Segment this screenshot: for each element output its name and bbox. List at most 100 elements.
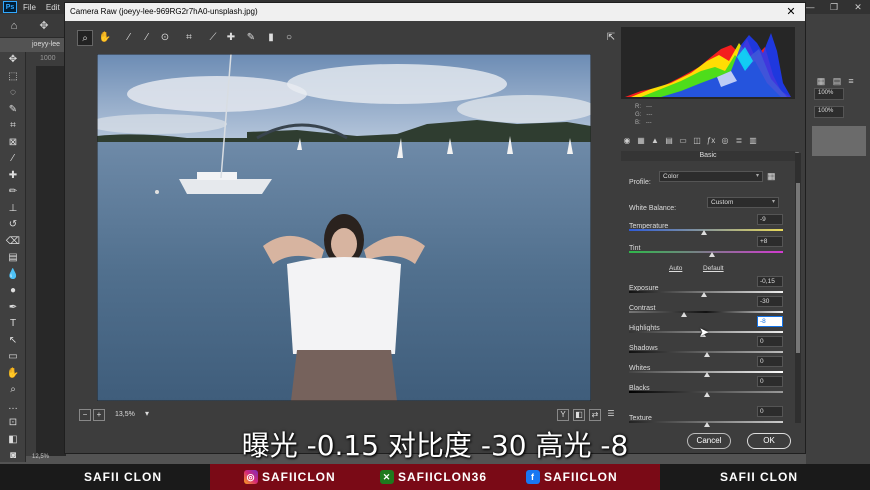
home-icon[interactable]: ⌂ (6, 18, 22, 34)
hsl-tab-icon[interactable]: ▤ (663, 135, 675, 147)
marquee-tool-icon[interactable]: ⬚ (0, 69, 26, 86)
history-brush-icon[interactable]: ↺ (0, 217, 26, 234)
layer-icon[interactable]: ▦ (814, 74, 828, 88)
zoom-out-icon[interactable]: − (79, 409, 91, 421)
white-balance-label: White Balance: (629, 205, 677, 212)
fill-field[interactable]: 100% (814, 106, 844, 118)
quick-mask-icon[interactable]: ◙ (0, 448, 26, 465)
restore-icon[interactable]: ❐ (822, 0, 846, 14)
before-after-split-icon[interactable]: ◧ (573, 409, 585, 421)
crop-tool-icon[interactable]: ⌗ (181, 30, 197, 46)
move-icon[interactable]: ✥ (36, 18, 52, 34)
contrast-value[interactable]: -30 (757, 296, 783, 307)
zoom-dropdown-icon[interactable]: ▾ (141, 409, 153, 421)
graduated-filter-icon[interactable]: ▮ (263, 30, 279, 46)
detail-tab-icon[interactable]: ▲ (649, 135, 661, 147)
dodge-tool-icon[interactable]: ● (0, 283, 26, 300)
close-icon[interactable]: ✕ (846, 0, 870, 14)
straighten-tool-icon[interactable]: ⟋ (205, 30, 221, 46)
auto-link[interactable]: Auto (669, 265, 682, 272)
path-select-icon[interactable]: ↖ (0, 333, 26, 350)
scrollbar-thumb[interactable] (796, 183, 800, 353)
color-sampler-icon[interactable]: ⁄ (139, 30, 155, 46)
eyedropper-tool-icon[interactable]: ⁄ (0, 151, 26, 168)
temperature-value[interactable]: -9 (757, 214, 783, 225)
blur-tool-icon[interactable]: 💧 (0, 267, 26, 284)
presets-tab-icon[interactable]: ≣ (733, 135, 745, 147)
white-balance-select[interactable]: Custom ▾ (707, 197, 779, 208)
blacks-slider-thumb[interactable] (704, 392, 710, 397)
radial-filter-icon[interactable]: ○ (281, 30, 297, 46)
tint-slider-thumb[interactable] (709, 252, 715, 257)
frame-tool-icon[interactable]: ⊠ (0, 135, 26, 152)
open-preferences-icon[interactable]: ⇱ (603, 30, 619, 46)
more-tools-icon[interactable]: … (0, 399, 26, 416)
hand-tool-icon[interactable]: ✋ (0, 366, 26, 383)
effects-tab-icon[interactable]: ƒx (705, 135, 717, 147)
cancel-button[interactable]: Cancel (687, 433, 731, 449)
swap-before-after-icon[interactable]: ⇄ (589, 409, 601, 421)
photoshop-logo: Ps (3, 1, 17, 13)
tint-value[interactable]: +8 (757, 236, 783, 247)
pen-tool-icon[interactable]: ✒ (0, 300, 26, 317)
menu-edit[interactable]: Edit (46, 3, 60, 12)
crop-tool-icon[interactable]: ⌗ (0, 118, 26, 135)
default-link[interactable]: Default (703, 265, 724, 272)
dialog-close-icon[interactable]: ✕ (777, 3, 805, 21)
menu-file[interactable]: File (23, 3, 36, 12)
move-tool-icon[interactable]: ✥ (0, 52, 26, 69)
shape-tool-icon[interactable]: ▭ (0, 349, 26, 366)
layer-thumbnail[interactable] (812, 126, 866, 156)
texture-slider-thumb[interactable] (704, 422, 710, 427)
ok-button[interactable]: OK (747, 433, 791, 449)
b-value: --- (645, 120, 652, 126)
basic-tab-icon[interactable]: ◉ (621, 135, 633, 147)
opacity-field[interactable]: 100% (814, 88, 844, 100)
hand-tool-icon[interactable]: ✋ (97, 30, 113, 46)
quick-select-tool-icon[interactable]: ✎ (0, 102, 26, 119)
zoom-in-icon[interactable]: + (93, 409, 105, 421)
whites-value[interactable]: 0 (757, 356, 783, 367)
lasso-tool-icon[interactable]: ◌ (0, 85, 26, 102)
zoom-level[interactable]: 13,5% (113, 409, 143, 421)
texture-value[interactable]: 0 (757, 406, 783, 417)
document-tab[interactable]: joeyy-lee (26, 38, 66, 52)
instagram-icon: ◎ (244, 470, 258, 484)
stamp-tool-icon[interactable]: ⊥ (0, 201, 26, 218)
exposure-value[interactable]: -0,15 (757, 276, 783, 287)
healing-tool-icon[interactable]: ✚ (0, 168, 26, 185)
shadows-row: Shadows 0 (629, 336, 787, 357)
profile-select[interactable]: Color ▾ (659, 171, 763, 182)
preview-photo[interactable] (97, 54, 591, 401)
blacks-value[interactable]: 0 (757, 376, 783, 387)
before-after-y-icon[interactable]: Y (557, 409, 569, 421)
color-swatch-icon[interactable]: ◧ (0, 432, 26, 449)
edit-toolbar-icon[interactable]: ⊡ (0, 415, 26, 432)
type-tool-icon[interactable]: T (0, 316, 26, 333)
contrast-slider-track[interactable] (629, 311, 783, 313)
lens-tab-icon[interactable]: ◫ (691, 135, 703, 147)
adjustment-brush-icon[interactable]: ✎ (243, 30, 259, 46)
spot-removal-icon[interactable]: ✚ (223, 30, 239, 46)
snapshots-tab-icon[interactable]: ▥ (747, 135, 759, 147)
profile-browser-icon[interactable]: ▦ (767, 171, 776, 182)
shadows-value[interactable]: 0 (757, 336, 783, 347)
eraser-tool-icon[interactable]: ⌫ (0, 234, 26, 251)
highlights-value[interactable]: -8 (757, 316, 783, 327)
split-toning-tab-icon[interactable]: ▭ (677, 135, 689, 147)
zoom-tool-icon[interactable]: ⌕ (77, 30, 93, 46)
targeted-adjust-icon[interactable]: ⊙ (157, 30, 173, 46)
brush-tool-icon[interactable]: ✏ (0, 184, 26, 201)
tone-curve-tab-icon[interactable]: ▦ (635, 135, 647, 147)
temperature-slider-thumb[interactable] (701, 230, 707, 235)
white-balance-tool-icon[interactable]: ⁄ (121, 30, 137, 46)
panel-scrollbar[interactable] (795, 153, 801, 423)
zoom-tool-icon[interactable]: ⌕ (0, 382, 26, 399)
grid-icon[interactable]: ▤ (830, 74, 844, 88)
calibration-tab-icon[interactable]: ◎ (719, 135, 731, 147)
profile-value: Color (663, 173, 679, 180)
tint-slider-track[interactable] (629, 251, 783, 253)
gradient-tool-icon[interactable]: ▤ (0, 250, 26, 267)
preview-settings-icon[interactable]: ☰ (605, 409, 617, 421)
panel-menu-icon[interactable]: ≡ (844, 74, 858, 88)
